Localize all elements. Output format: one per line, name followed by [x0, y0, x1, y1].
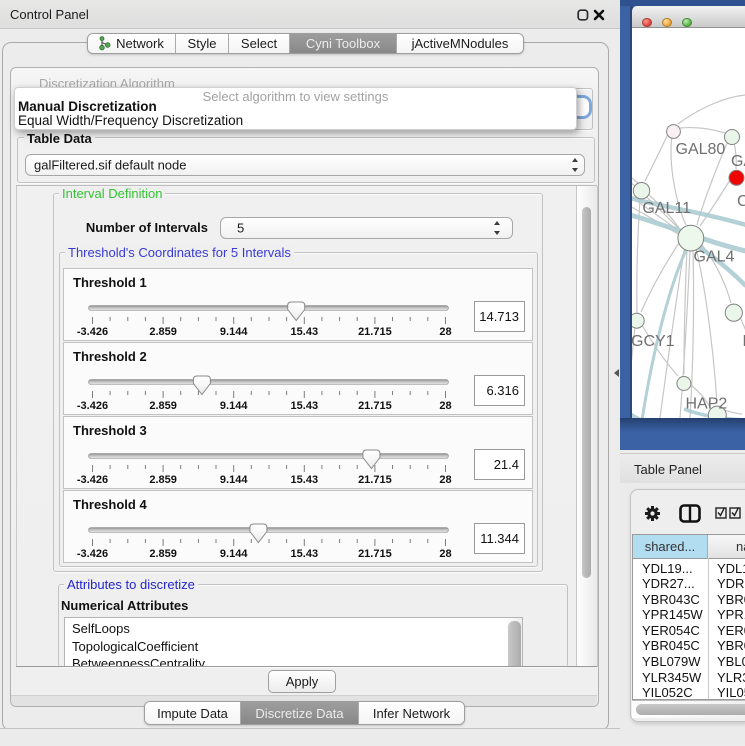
svg-text:GAL80: GAL80 — [676, 141, 726, 158]
svg-text:GCY1: GCY1 — [632, 333, 675, 350]
svg-text:GA: GA — [731, 153, 745, 170]
svg-text:GAL4: GAL4 — [694, 249, 735, 266]
svg-text:CY: CY — [737, 193, 745, 210]
svg-text:HAP2: HAP2 — [686, 396, 728, 413]
svg-text:GAL11: GAL11 — [642, 200, 691, 217]
